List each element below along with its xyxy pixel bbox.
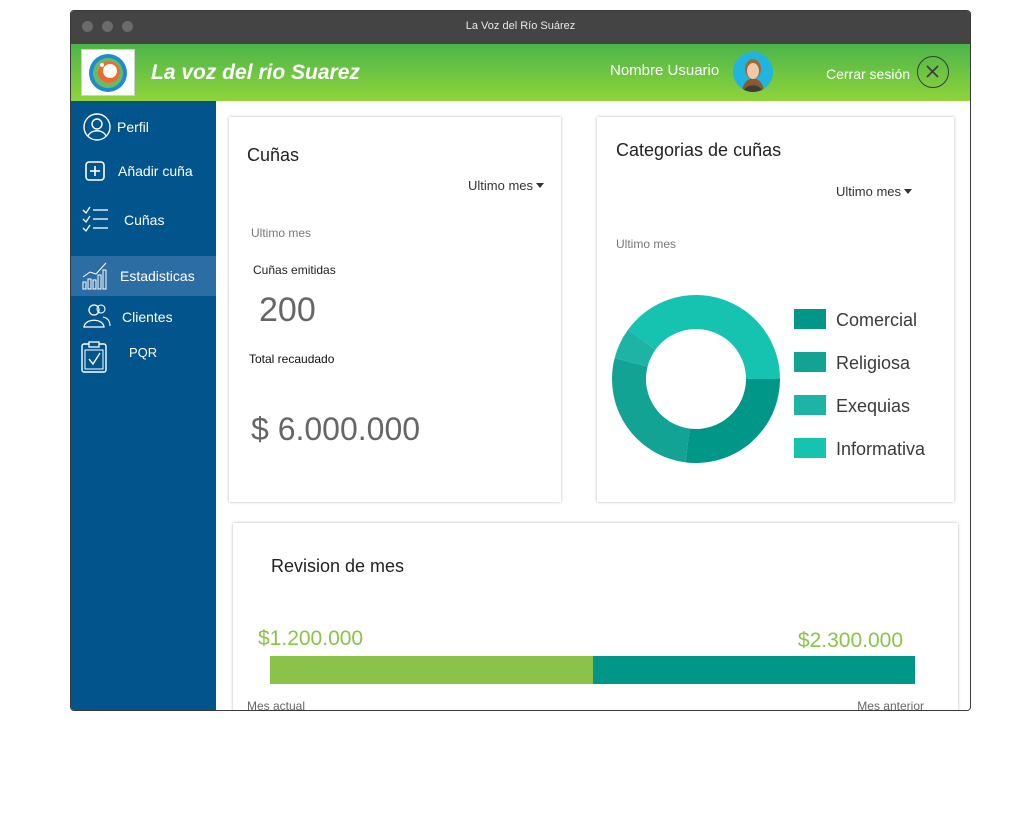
previous-month-value: $2.300.000 — [797, 629, 903, 652]
logout-link[interactable]: Cerrar sesión — [826, 66, 910, 82]
legend-label: Comercial — [836, 310, 918, 330]
sidebar-item-label: Cuñas — [124, 212, 165, 228]
categorias-card: Categorias de cuñas Ultimo mes Ultimo me… — [597, 117, 954, 502]
donut-slice-informativa — [628, 295, 780, 379]
legend-swatch — [794, 352, 826, 372]
sidebar-item-label: Añadir cuña — [118, 163, 193, 179]
cunas-period-dropdown[interactable]: Ultimo mes — [468, 178, 545, 193]
dropdown-label: Ultimo mes — [468, 178, 534, 193]
sidebar-item-label: PQR — [129, 345, 158, 360]
legend-swatch — [794, 395, 826, 415]
avatar[interactable] — [733, 52, 773, 92]
sidebar-item-perfil[interactable]: Perfil — [71, 107, 216, 147]
current-month-bar — [270, 656, 593, 684]
legend-swatch — [794, 438, 826, 458]
window-title: La Voz del Río Suárez — [465, 20, 576, 32]
sidebar-item-label: Clientes — [122, 309, 173, 325]
main-content: Cuñas Ultimo mes Ultimo mes Cuñas emitid… — [216, 101, 970, 711]
donut-slice-religiosa — [612, 358, 690, 463]
categorias-period-label: Ultimo mes — [616, 237, 677, 251]
cunas-period-label: Ultimo mes — [251, 226, 312, 240]
donut-slice-comercial — [685, 379, 780, 463]
sidebar-item-estadisticas[interactable]: Estadisticas — [71, 256, 216, 296]
title-bar: La Voz del Río Suárez — [71, 11, 970, 44]
current-month-label: Mes actual — [247, 699, 306, 711]
users-icon — [83, 304, 111, 328]
legend-label: Exequias — [836, 396, 911, 416]
current-month-value: $1.200.000 — [258, 627, 364, 650]
previous-month-label: Mes anterior — [857, 699, 924, 711]
sidebar-item-cunas[interactable]: Cuñas — [71, 200, 216, 240]
caret-down-icon — [536, 183, 545, 188]
cunas-card: Cuñas Ultimo mes Ultimo mes Cuñas emitid… — [229, 117, 561, 502]
total-value: $ 6.000.000 — [251, 411, 421, 447]
revision-comparison-bar — [270, 656, 915, 684]
emitted-value: 200 — [259, 291, 316, 329]
legend-swatch — [794, 309, 826, 329]
brand-name: La voz del rio Suarez — [151, 61, 360, 84]
legend-item-informativa: Informativa — [794, 437, 954, 459]
close-session-button[interactable] — [917, 56, 949, 88]
revision-card: Revision de mes $1.200.000 $2.300.000 Me… — [233, 523, 958, 711]
categorias-card-title: Categorias de cuñas — [616, 140, 782, 160]
legend-item-exequias: Exequias — [794, 394, 954, 416]
sidebar-item-label: Estadisticas — [120, 268, 195, 284]
categorias-donut-chart — [612, 295, 780, 463]
caret-down-icon — [904, 189, 913, 194]
emitted-label: Cuñas emitidas — [253, 263, 336, 277]
sidebar-item-pqr[interactable]: PQR — [71, 339, 216, 379]
user-name: Nombre Usuario — [610, 62, 720, 79]
bar-chart-icon — [82, 262, 107, 290]
legend-item-religiosa: Religiosa — [794, 351, 954, 373]
categorias-period-dropdown[interactable]: Ultimo mes — [836, 184, 913, 199]
sidebar: Perfil Añadir cuña Cuñas Estadisticas Cl… — [71, 101, 216, 710]
close-icon — [926, 65, 939, 78]
revision-card-title: Revision de mes — [271, 556, 405, 576]
total-label: Total recaudado — [249, 352, 335, 366]
logo — [81, 49, 135, 96]
clipboard-check-icon — [81, 341, 107, 373]
user-icon — [83, 113, 111, 141]
legend-label: Religiosa — [836, 353, 911, 373]
cunas-card-title: Cuñas — [247, 145, 300, 165]
sidebar-item-anadir-cuna[interactable]: Añadir cuña — [71, 151, 216, 191]
plus-square-icon — [85, 161, 105, 181]
checklist-icon — [82, 206, 108, 233]
app-window: La Voz del Río Suárez La voz del rio Sua… — [70, 10, 971, 711]
app-header: La voz del rio Suarez Nombre Usuario Cer… — [71, 44, 970, 101]
sidebar-item-clientes[interactable]: Clientes — [71, 297, 216, 337]
dropdown-label: Ultimo mes — [836, 184, 902, 199]
legend-item-comercial: Comercial — [794, 308, 954, 330]
previous-month-bar — [593, 656, 915, 684]
legend-label: Informativa — [836, 439, 926, 459]
sidebar-item-label: Perfil — [117, 119, 149, 135]
